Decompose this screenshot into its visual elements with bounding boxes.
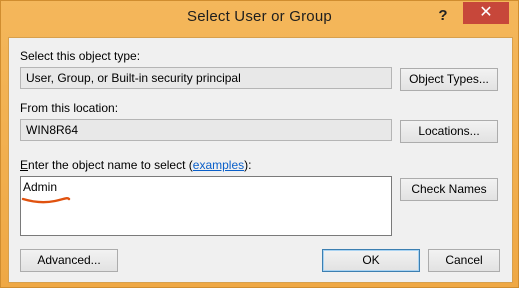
- dialog-body: Select this object type: User, Group, or…: [8, 37, 513, 283]
- title-bar[interactable]: Select User or Group ? ✕: [1, 1, 518, 37]
- object-name-label-text: nter the object name to select (: [28, 158, 193, 172]
- object-name-label-end: ):: [244, 158, 252, 172]
- close-button[interactable]: ✕: [463, 2, 509, 24]
- locations-button[interactable]: Locations...: [400, 120, 498, 143]
- help-button[interactable]: ?: [433, 7, 453, 27]
- location-label: From this location:: [20, 101, 119, 115]
- ok-button[interactable]: OK: [322, 249, 420, 272]
- object-name-input[interactable]: Admin: [20, 176, 392, 236]
- object-name-value: Admin: [23, 180, 58, 194]
- object-name-label: Enter the object name to select (example…: [20, 158, 251, 172]
- cancel-button[interactable]: Cancel: [428, 249, 500, 272]
- object-types-button[interactable]: Object Types...: [400, 68, 498, 91]
- examples-link[interactable]: examples: [193, 158, 244, 172]
- hotkey-letter: E: [20, 158, 29, 172]
- object-type-label: Select this object type:: [20, 49, 141, 63]
- object-type-field: User, Group, or Built-in security princi…: [20, 67, 392, 89]
- location-field: WIN8R64: [20, 119, 392, 141]
- check-names-button[interactable]: Check Names: [400, 178, 498, 201]
- advanced-button[interactable]: Advanced...: [20, 249, 118, 272]
- dialog-window: Select User or Group ? ✕ Select this obj…: [0, 0, 519, 288]
- handwritten-underline-annotation: [21, 196, 71, 204]
